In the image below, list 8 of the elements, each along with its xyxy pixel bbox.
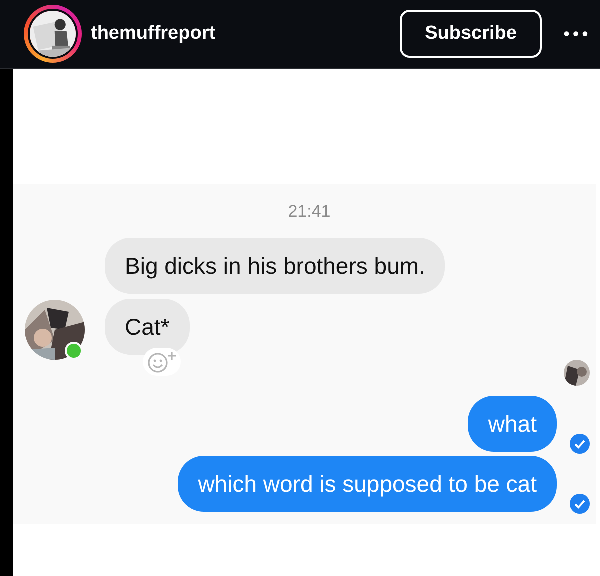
message-bubble: Big dicks in his brothers bum. [105,238,446,294]
subscribe-button[interactable]: Subscribe [400,10,542,58]
message-bubble: which word is supposed to be cat [178,456,557,512]
message-bubble: Cat* [105,299,190,355]
username[interactable]: themuffreport [91,23,400,45]
more-icon[interactable] [564,31,588,37]
timestamp: 21:41 [288,202,331,222]
message-bubble: what [468,396,557,452]
